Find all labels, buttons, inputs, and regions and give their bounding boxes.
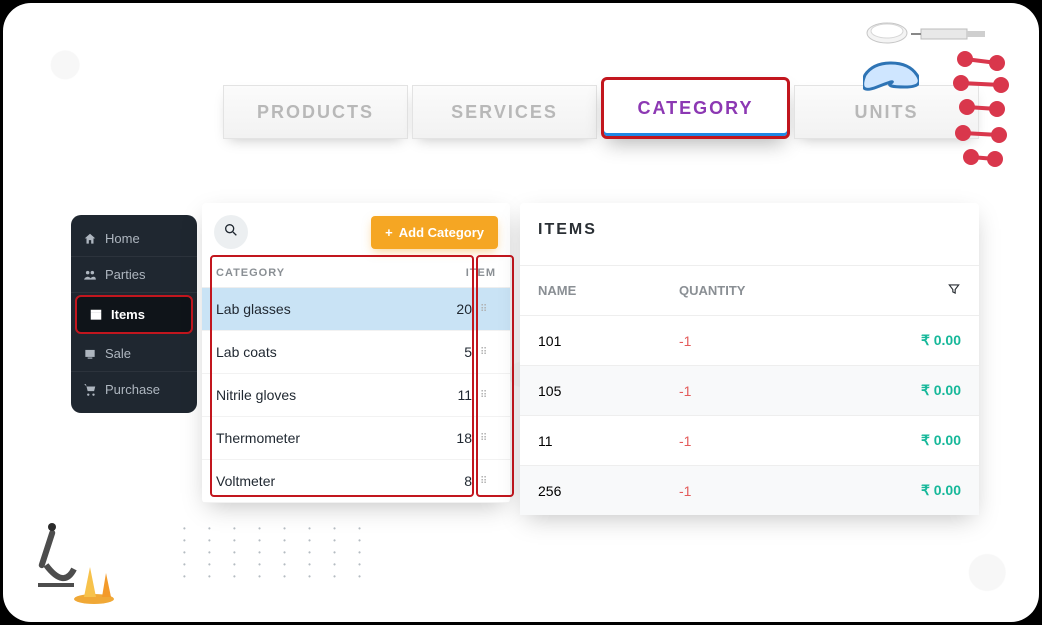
- category-name: Thermometer: [216, 430, 422, 446]
- items-panel: ITEMS NAME QUANTITY 101 -1 ₹ 0.00 105 -1…: [520, 203, 979, 515]
- category-name: Nitrile gloves: [216, 387, 422, 403]
- category-row[interactable]: Lab glasses 20 ⠿: [202, 288, 510, 331]
- tab-products[interactable]: PRODUCTS: [223, 85, 408, 139]
- drag-handle-icon[interactable]: ⠿: [480, 433, 496, 444]
- category-panel: + Add Category CATEGORY ITEM Lab glasses…: [202, 203, 510, 503]
- item-qty: -1: [679, 383, 820, 399]
- col-name: NAME: [538, 283, 679, 298]
- category-count: 20: [422, 301, 472, 317]
- item-amount: ₹ 0.00: [820, 332, 961, 349]
- microscope-icon: [36, 519, 120, 610]
- dna-icon: [951, 49, 1013, 174]
- category-row[interactable]: Thermometer 18 ⠿: [202, 417, 510, 460]
- item-qty: -1: [679, 433, 820, 449]
- item-amount: ₹ 0.00: [820, 382, 961, 399]
- people-icon: [83, 268, 97, 282]
- item-name: 101: [538, 333, 679, 349]
- sidebar: Home Parties Items Sale Purchase: [71, 215, 197, 413]
- sidebar-item-label: Items: [111, 307, 145, 322]
- item-name: 11: [538, 433, 679, 449]
- item-qty: -1: [679, 483, 820, 499]
- petri-dish-icon: [865, 21, 909, 52]
- category-count: 5: [422, 344, 472, 360]
- sidebar-item-sale[interactable]: Sale: [71, 336, 197, 372]
- item-name: 256: [538, 483, 679, 499]
- drag-handle-icon[interactable]: ⠿: [480, 304, 496, 315]
- category-row[interactable]: Voltmeter 8 ⠿: [202, 460, 510, 503]
- category-count: 8: [422, 473, 472, 489]
- drag-handle-icon[interactable]: ⠿: [480, 390, 496, 401]
- add-category-label: Add Category: [399, 225, 484, 240]
- syringe-icon: [911, 21, 997, 52]
- item-qty: -1: [679, 333, 820, 349]
- category-name: Lab glasses: [216, 301, 422, 317]
- category-row[interactable]: Lab coats 5 ⠿: [202, 331, 510, 374]
- item-name: 105: [538, 383, 679, 399]
- drag-handle-icon[interactable]: ⠿: [480, 347, 496, 358]
- sidebar-item-parties[interactable]: Parties: [71, 257, 197, 293]
- item-row[interactable]: 11 -1 ₹ 0.00: [520, 415, 979, 465]
- sidebar-item-label: Purchase: [105, 382, 160, 397]
- tab-services[interactable]: SERVICES: [412, 85, 597, 139]
- filter-icon[interactable]: [820, 282, 961, 299]
- item-row[interactable]: 256 -1 ₹ 0.00: [520, 465, 979, 515]
- sale-icon: [83, 347, 97, 361]
- item-row[interactable]: 105 -1 ₹ 0.00: [520, 365, 979, 415]
- sidebar-item-items[interactable]: Items: [75, 295, 193, 334]
- search-button[interactable]: [214, 215, 248, 249]
- item-amount: ₹ 0.00: [820, 432, 961, 449]
- sidebar-item-label: Parties: [105, 267, 145, 282]
- col-category: CATEGORY: [216, 267, 446, 279]
- sidebar-item-label: Sale: [105, 346, 131, 361]
- item-row[interactable]: 101 -1 ₹ 0.00: [520, 315, 979, 365]
- col-item: ITEM: [446, 267, 496, 279]
- sidebar-item-label: Home: [105, 231, 140, 246]
- category-name: Lab coats: [216, 344, 422, 360]
- decorative-dots: • • • • • • • • • • • • • • • • • • • • …: [183, 523, 371, 583]
- items-title: ITEMS: [520, 221, 979, 265]
- home-icon: [83, 232, 97, 246]
- category-name: Voltmeter: [216, 473, 422, 489]
- item-amount: ₹ 0.00: [820, 482, 961, 499]
- sidebar-item-purchase[interactable]: Purchase: [71, 372, 197, 407]
- plus-icon: +: [385, 225, 393, 240]
- add-category-button[interactable]: + Add Category: [371, 216, 498, 249]
- goggles-icon: [863, 61, 919, 96]
- tab-category[interactable]: CATEGORY: [601, 77, 790, 139]
- col-quantity: QUANTITY: [679, 283, 820, 298]
- category-count: 18: [422, 430, 472, 446]
- cart-icon: [83, 383, 97, 397]
- box-icon: [89, 308, 103, 322]
- category-count: 11: [422, 387, 472, 403]
- drag-handle-icon[interactable]: ⠿: [480, 476, 496, 487]
- sidebar-item-home[interactable]: Home: [71, 221, 197, 257]
- category-row[interactable]: Nitrile gloves 11 ⠿: [202, 374, 510, 417]
- search-icon: [223, 222, 239, 243]
